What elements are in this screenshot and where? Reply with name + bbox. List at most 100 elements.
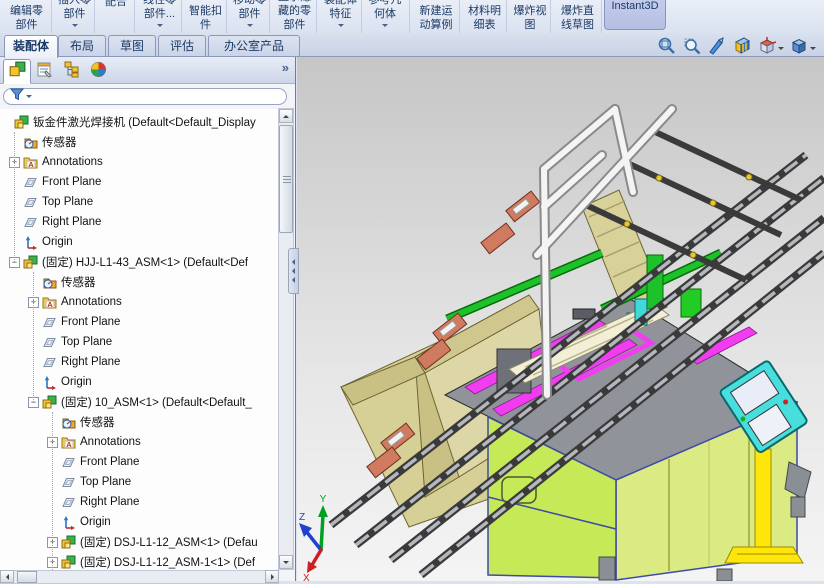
tree-item[interactable]: +(固定) DSJ-L1-12_ASM<1> (Defau [0, 532, 279, 552]
tree-item-label: 钣金件激光焊接机 (Default<Default_Display [33, 114, 256, 130]
button-label: 部件 [16, 18, 38, 32]
dropdown-arrow-icon[interactable] [247, 24, 253, 30]
tree-item[interactable]: Right Plane [0, 212, 279, 232]
tree-item[interactable]: Origin [0, 512, 279, 532]
scroll-thumb[interactable] [279, 125, 293, 233]
plane-icon [42, 315, 58, 330]
assembly-features-button[interactable]: 装配体特征 [319, 0, 362, 33]
tree-item[interactable]: 传感器 [0, 132, 279, 152]
bill-of-materials-button[interactable]: 材料明细表 [462, 0, 507, 33]
triad-z-label: Z [299, 512, 305, 523]
command-manager-ribbon: 编辑零部件插入零部件配合线性零部件...智能扣件移动零部件显示隐藏的零部件装配体… [0, 0, 824, 33]
edit-component-button[interactable]: 编辑零部件 [2, 0, 51, 33]
insert-component-button[interactable]: 插入零部件 [54, 0, 95, 33]
tree-item[interactable]: Front Plane [0, 312, 279, 332]
feature-tree: 钣金件激光焊接机 (Default<Default_Display传感器+AAn… [0, 109, 279, 570]
tree-item[interactable]: Front Plane [0, 172, 279, 192]
machine-model[interactable] [297, 57, 824, 581]
configurationmanager-icon [63, 61, 80, 83]
button-label: 爆炸直 [561, 4, 594, 18]
mate-button[interactable]: 配合 [97, 0, 135, 28]
tab-sketch[interactable]: 草图 [108, 35, 156, 56]
featuremanager-tab[interactable] [3, 59, 31, 84]
tab-evaluate[interactable]: 评估 [158, 35, 206, 56]
configurationmanager-tab[interactable] [57, 59, 85, 84]
button-label: 藏的零 [278, 4, 311, 18]
tree-item[interactable]: 传感器 [0, 272, 279, 292]
tree-item[interactable]: Origin [0, 232, 279, 252]
smart-fasteners-button[interactable]: 智能扣件 [184, 0, 227, 33]
tree-item[interactable]: Right Plane [0, 492, 279, 512]
ribbon-group-separator [316, 0, 317, 33]
tree-horizontal-scrollbar[interactable] [0, 570, 279, 584]
button-label: 特征 [330, 7, 352, 21]
ribbon-group-separator [361, 0, 362, 33]
button-label: 线草图 [561, 18, 594, 32]
tree-item[interactable]: +AAnnotations [0, 152, 279, 172]
ribbon-group-separator [506, 0, 507, 33]
dropdown-arrow-icon[interactable] [778, 47, 784, 53]
assembly-icon [23, 255, 39, 270]
tree-filter-input[interactable] [3, 88, 287, 105]
scroll-right-button[interactable] [265, 570, 279, 583]
tree-item[interactable]: 传感器 [0, 412, 279, 432]
dropdown-arrow-icon[interactable] [382, 24, 388, 30]
button-label: 部件 [64, 7, 86, 21]
assembly-icon [61, 555, 77, 570]
plane-icon [23, 175, 39, 190]
dropdown-arrow-icon[interactable] [810, 47, 816, 53]
displaymanager-tab[interactable] [84, 59, 112, 84]
propertymanager-tab[interactable] [30, 59, 58, 84]
featuremanager-icon [9, 61, 26, 83]
ribbon-group-separator [51, 0, 52, 33]
tree-item[interactable]: −(固定) HJJ-L1-43_ASM<1> (Default<Def [0, 252, 279, 272]
tab-office-products[interactable]: 办公室产品 [208, 35, 300, 56]
tree-item[interactable]: +AAnnotations [0, 292, 279, 312]
dropdown-arrow-icon[interactable] [72, 24, 78, 30]
panel-tab-bar: » [0, 57, 295, 84]
explode-line-sketch-button[interactable]: 爆炸直线草图 [553, 0, 602, 33]
dropdown-arrow-icon[interactable] [157, 24, 163, 30]
tree-item[interactable]: Right Plane [0, 352, 279, 372]
tree-vertical-scrollbar[interactable] [278, 108, 294, 570]
tree-item[interactable]: 钣金件激光焊接机 (Default<Default_Display [0, 112, 279, 132]
triad-y-label: Y [320, 494, 327, 505]
tab-layout[interactable]: 布局 [58, 35, 106, 56]
plane-icon [61, 455, 77, 470]
sensors-icon [23, 135, 39, 150]
tree-item[interactable]: Front Plane [0, 452, 279, 472]
ribbon-group-separator [226, 0, 227, 33]
button-label: 材料明 [468, 4, 501, 18]
tree-item[interactable]: Top Plane [0, 332, 279, 352]
button-label: 新建运 [420, 4, 453, 18]
panel-collapse-handle[interactable] [288, 248, 299, 294]
instant3d-button[interactable]: Instant3D [604, 0, 666, 30]
tree-item[interactable]: +(固定) DSJ-L1-12_ASM-1<1> (Def [0, 552, 279, 570]
tree-item[interactable]: Origin [0, 372, 279, 392]
panel-overflow-chevron[interactable]: » [282, 60, 289, 75]
new-motion-study-button[interactable]: 新建运动算例 [412, 0, 460, 33]
move-component-button[interactable]: 移动零部件 [229, 0, 270, 33]
scroll-left-button[interactable] [0, 570, 14, 583]
show-hidden-components-button[interactable]: 显示隐藏的零部件 [272, 0, 317, 33]
scroll-up-button[interactable] [279, 109, 293, 123]
reference-geometry-button[interactable]: 参考几何体 [364, 0, 406, 33]
tab-assembly[interactable]: 装配体 [4, 35, 58, 58]
tree-item-label: Front Plane [80, 456, 139, 468]
triad-x-label: X [303, 573, 310, 581]
tree-item[interactable]: Top Plane [0, 192, 279, 212]
linear-component-pattern-button[interactable]: 线性零部件... [137, 0, 182, 33]
exploded-view-button[interactable]: 爆炸视图 [509, 0, 551, 33]
plane-icon [42, 335, 58, 350]
viewport-3d[interactable]: Y Z X [297, 57, 824, 581]
tree-item[interactable]: Top Plane [0, 472, 279, 492]
filter-dropdown-arrow[interactable] [26, 95, 32, 101]
tree-item[interactable]: −(固定) 10_ASM<1> (Default<Default_ [0, 392, 279, 412]
dropdown-arrow-icon[interactable] [338, 24, 344, 30]
scroll-down-button[interactable] [279, 555, 293, 569]
tree-item[interactable]: +AAnnotations [0, 432, 279, 452]
origin-icon [23, 235, 39, 250]
hscroll-thumb[interactable] [17, 571, 37, 583]
button-label: Instant3D [611, 0, 658, 13]
annotations-icon: A [61, 435, 77, 450]
